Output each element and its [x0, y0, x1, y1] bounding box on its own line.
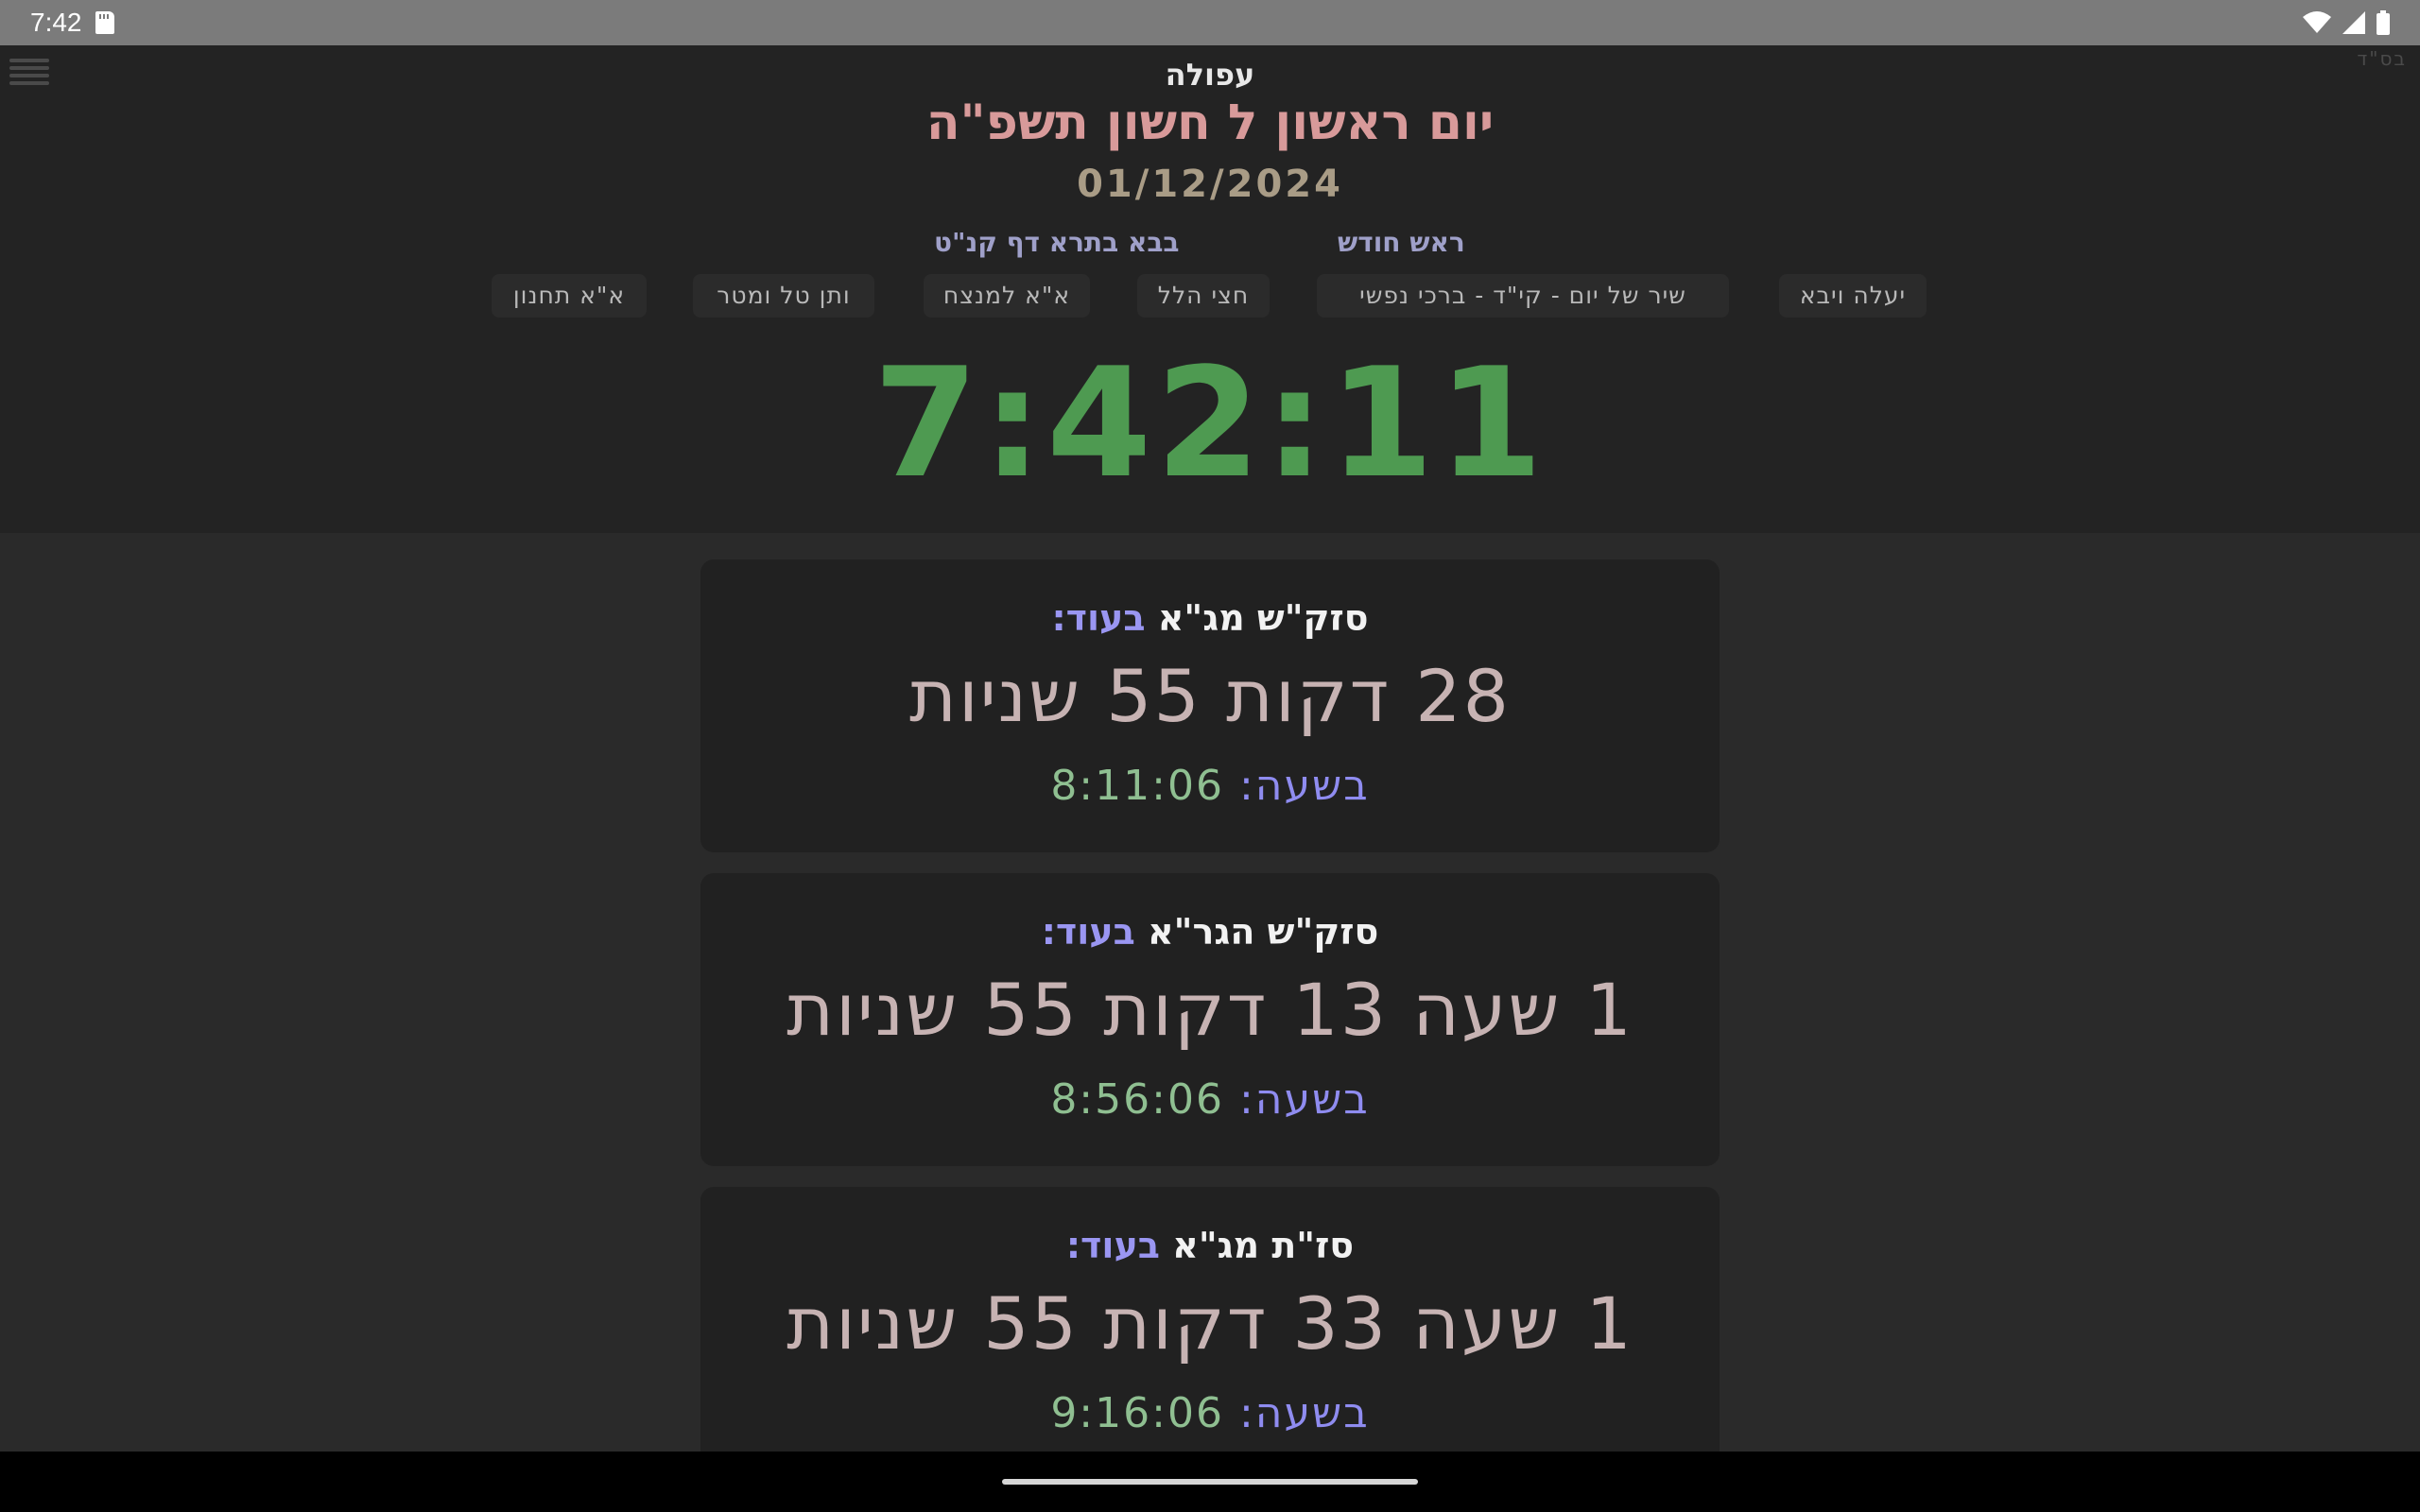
home-gesture-handle[interactable] [1002, 1479, 1418, 1485]
zman-title: סזק"ש מג"א בעוד: [700, 597, 1720, 639]
zman-card: סזק"ש הגר"א בעוד: 1 שעה 13 דקות 55 שניות… [700, 873, 1720, 1166]
time-remaining: 28 דקות 55 שניות [909, 654, 1511, 738]
wifi-icon [2303, 11, 2331, 33]
tag-item: חצי הלל [1137, 274, 1270, 318]
rosh-chodesh-label: ראש חודש [1338, 227, 1465, 258]
zman-card: סזק"ש מג"א בעוד: 28 דקות 55 שניות בשעה: … [700, 559, 1720, 852]
hebrew-date: יום ראשון ל חשון תשפ"ה [925, 94, 1495, 151]
zman-name: סז"ת מג"א [1172, 1225, 1355, 1266]
zman-at: בשעה: 8:11:06 [700, 762, 1720, 810]
sd-card-icon [95, 11, 114, 34]
time-remaining: 1 שעה 33 דקות 55 שניות [786, 1281, 1634, 1366]
at-label: בשעה: [1238, 1389, 1370, 1437]
zman-time: 9:16:06 [1050, 1389, 1224, 1437]
current-time-clock: 7:42:11 [873, 335, 1547, 511]
status-bar: 7:42 [0, 0, 2420, 45]
zman-at: בשעה: 8:56:06 [700, 1075, 1720, 1124]
until-label: בעוד: [1051, 597, 1146, 639]
zman-title: סזק"ש הגר"א בעוד: [700, 911, 1720, 953]
zman-name: סזק"ש מג"א [1157, 597, 1369, 639]
navigation-bar [0, 1452, 2420, 1512]
day-tags: יעלה ויבא שיר של יום - קי"ד - ברכי נפשי … [0, 274, 2420, 319]
zman-name: סזק"ש הגר"א [1148, 911, 1379, 953]
at-label: בשעה: [1238, 762, 1370, 810]
status-time: 7:42 [30, 8, 82, 37]
tag-item: א"א תחנון [492, 274, 647, 318]
zman-time: 8:56:06 [1050, 1075, 1224, 1124]
zmanim-header: בס"ד עפולה יום ראשון ל חשון תשפ"ה 01/12/… [0, 45, 2420, 533]
tag-item: שיר של יום - קי"ד - ברכי נפשי [1317, 274, 1729, 318]
until-label: בעוד: [1041, 911, 1135, 953]
gregorian-date: 01/12/2024 [1077, 163, 1343, 206]
zman-time: 8:11:06 [1050, 762, 1224, 810]
at-label: בשעה: [1238, 1075, 1370, 1124]
battery-icon [2377, 10, 2390, 35]
until-label: בעוד: [1065, 1225, 1160, 1266]
location-name: עפולה [1165, 57, 1255, 93]
zman-title: סז"ת מג"א בעוד: [700, 1225, 1720, 1266]
tag-item: ותן טל ומטר [693, 274, 874, 318]
daf-yomi-label: בבא בתרא דף קנ"ט [934, 227, 1180, 258]
zman-at: בשעה: 9:16:06 [700, 1389, 1720, 1437]
status-icons [2303, 9, 2390, 36]
time-remaining: 1 שעה 13 דקות 55 שניות [786, 968, 1634, 1052]
tag-item: א"א למנצח [924, 274, 1090, 318]
signal-icon [2342, 11, 2365, 34]
zman-card: סז"ת מג"א בעוד: 1 שעה 33 דקות 55 שניות ב… [700, 1187, 1720, 1480]
tag-item: יעלה ויבא [1779, 274, 1927, 318]
